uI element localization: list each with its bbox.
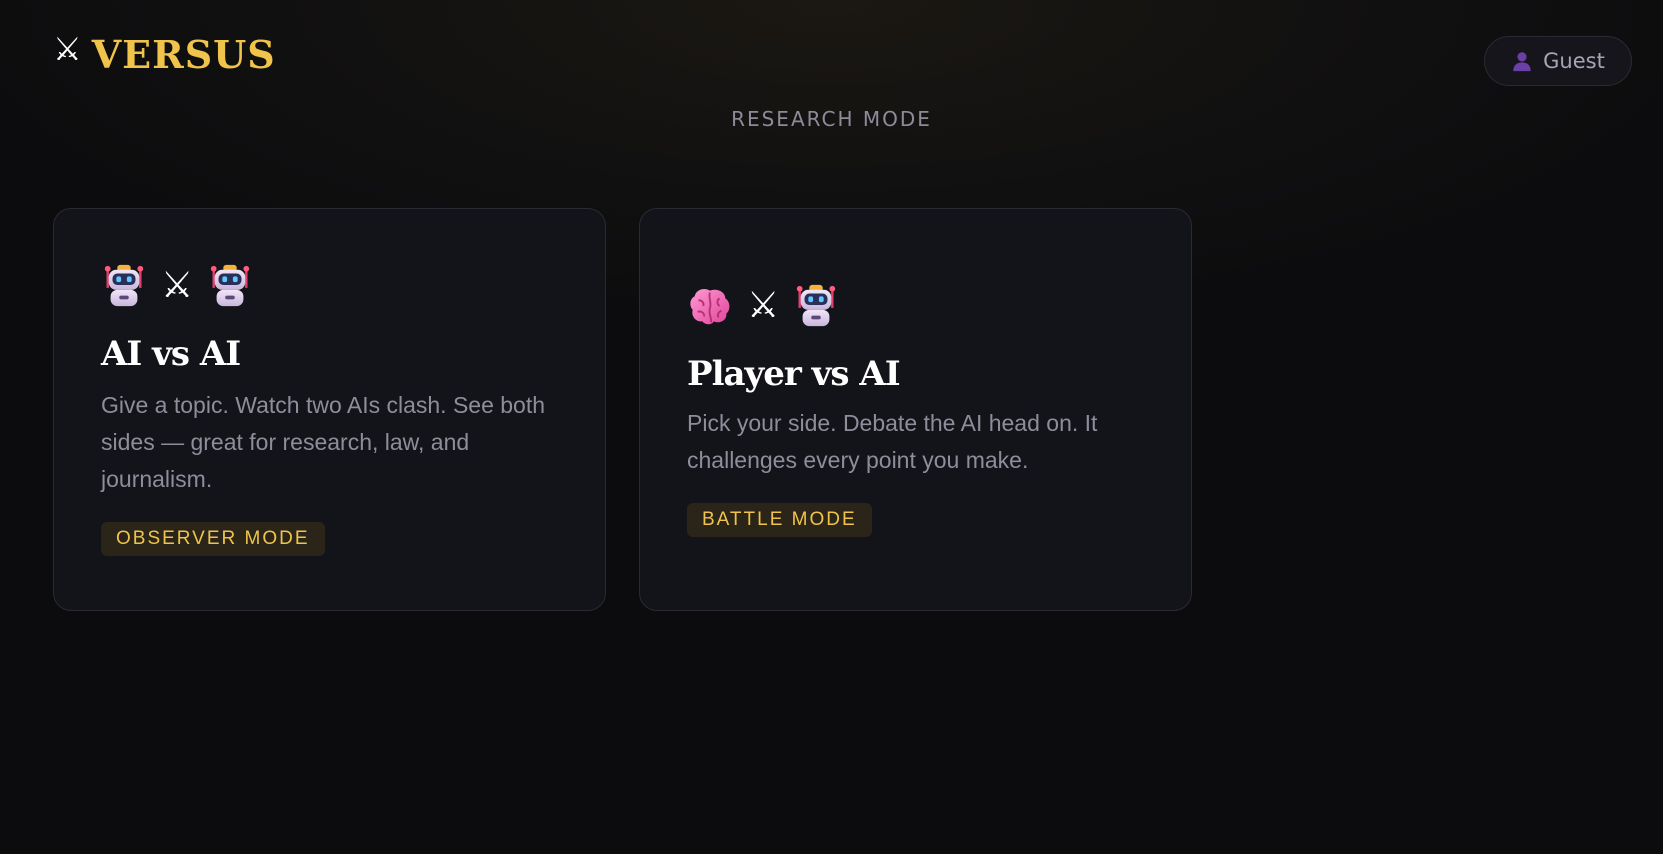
robot-icon	[101, 263, 147, 309]
card-title: AI vs AI	[101, 334, 241, 374]
player-vs-ai-card[interactable]: ⚔ Player vs AI Pick your side. Debate th…	[639, 208, 1192, 611]
guest-user-button[interactable]: Guest	[1484, 36, 1632, 86]
mode-badge: BATTLE MODE	[687, 503, 872, 538]
crossed-swords-icon: ⚔	[161, 265, 194, 306]
mode-badge: OBSERVER MODE	[101, 522, 325, 557]
crossed-swords-icon: ⚔	[53, 30, 82, 68]
logo-text: VERSUS	[91, 32, 276, 77]
card-description: Give a topic. Watch two AIs clash. See b…	[101, 392, 546, 493]
ai-vs-ai-card[interactable]: ⚔ AI vs AI Give a topic. Watch two AIs c…	[53, 208, 606, 611]
card-description: Pick your side. Debate the AI head on. I…	[687, 410, 1098, 474]
guest-label: Guest	[1543, 49, 1605, 73]
logo[interactable]: ⚔ VERSUS	[53, 30, 276, 77]
robot-icon	[207, 263, 253, 309]
robot-icon	[793, 283, 839, 329]
card-icons: ⚔	[101, 261, 565, 311]
card-title: Player vs AI	[687, 354, 901, 394]
page-subtitle: RESEARCH MODE	[731, 107, 932, 131]
crossed-swords-icon: ⚔	[747, 285, 780, 326]
person-icon	[1513, 52, 1531, 72]
card-icons: ⚔	[687, 281, 1151, 331]
brain-icon	[687, 283, 733, 329]
